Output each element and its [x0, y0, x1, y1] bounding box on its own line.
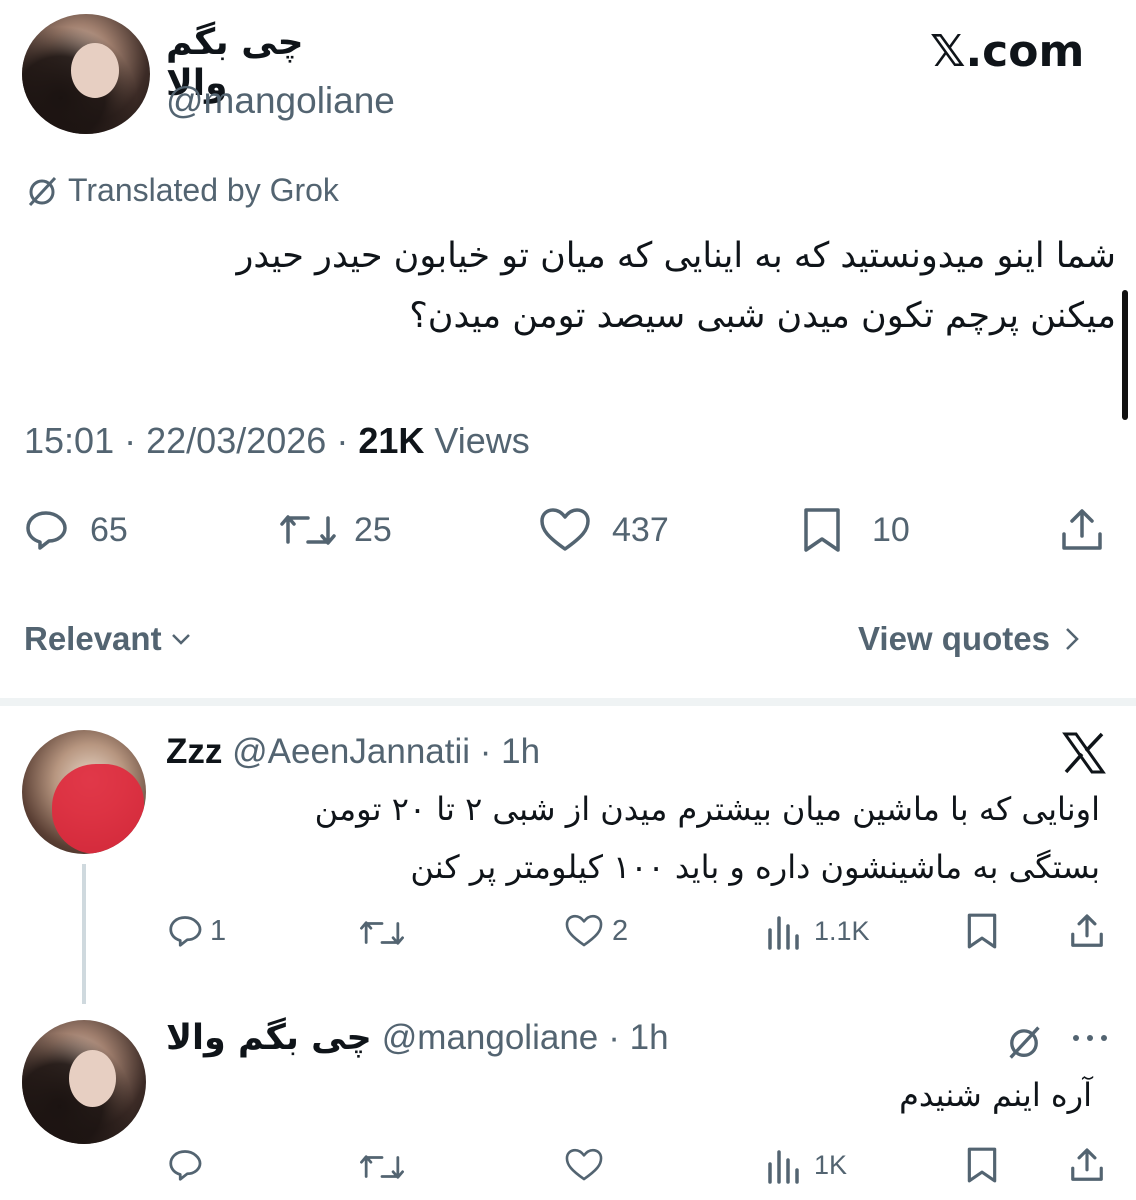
- reply-icon: [166, 912, 204, 950]
- author-avatar[interactable]: [22, 14, 150, 134]
- reply-author-name[interactable]: چی بگم والا: [166, 1018, 372, 1058]
- tweet-meta: 15:01 · 22/03/2026 · 21K Views: [24, 420, 530, 462]
- tweet-date[interactable]: 22/03/2026: [146, 420, 326, 461]
- reply-text-line2: بستگی به ماشینشون داره و باید ۱۰۰ کیلومت…: [410, 848, 1100, 886]
- bookmark-button[interactable]: 10: [800, 506, 910, 554]
- views-count: 21K: [358, 420, 425, 461]
- reply-views-count: 1K: [814, 1149, 848, 1180]
- reply-reply-button[interactable]: 1: [166, 912, 226, 950]
- heart-icon[interactable]: [564, 1146, 604, 1184]
- thread-line: [82, 864, 86, 1004]
- heart-icon: [538, 506, 592, 554]
- like-count: 437: [612, 510, 669, 549]
- share-icon[interactable]: [1058, 506, 1106, 554]
- view-quotes-label: View quotes: [858, 620, 1050, 657]
- heart-icon: [564, 912, 604, 950]
- reply-views-button[interactable]: 1K: [764, 1146, 847, 1184]
- reply-text-line1: آره اینم شنیدم: [899, 1076, 1092, 1114]
- reply-avatar[interactable]: [22, 1020, 146, 1144]
- bookmark-icon[interactable]: [964, 1146, 1000, 1184]
- tweet-text-line2: میکنن پرچم تکون میدن شبی سیصد تومن میدن؟: [409, 296, 1116, 336]
- reply-author-name[interactable]: Zzz: [166, 732, 222, 771]
- share-icon[interactable]: [1068, 1146, 1106, 1184]
- repost-button[interactable]: 25: [278, 506, 392, 554]
- tweet-text-line1: شما اینو میدونستید که به اینایی که میان …: [236, 236, 1116, 276]
- view-quotes-link[interactable]: View quotes: [858, 620, 1082, 658]
- bookmark-count: 10: [872, 510, 910, 549]
- reply-button[interactable]: 65: [22, 506, 128, 554]
- views-icon: [764, 1146, 804, 1184]
- scrollbar[interactable]: [1122, 290, 1128, 420]
- author-handle[interactable]: @mangoliane: [166, 80, 395, 122]
- reply-like-button[interactable]: 2: [564, 912, 628, 950]
- chevron-right-icon: [1062, 626, 1082, 652]
- relevant-label: Relevant: [24, 620, 162, 657]
- reply-age[interactable]: · 1h: [480, 732, 540, 771]
- views-icon: [764, 912, 804, 950]
- reply-author-handle[interactable]: @mangoliane: [382, 1018, 599, 1058]
- reply-header: چی بگم والا @mangoliane · 1h: [166, 1018, 669, 1058]
- tweet-time[interactable]: 15:01: [24, 420, 114, 461]
- site-watermark: 𝕏.com: [930, 26, 1085, 77]
- reply-header: Zzz @AeenJannatii · 1h: [166, 732, 540, 772]
- repost-count: 25: [354, 510, 392, 549]
- bookmark-icon[interactable]: [964, 912, 1000, 950]
- more-icon[interactable]: [1070, 1030, 1110, 1046]
- meta-separator: ·: [336, 420, 349, 461]
- reply-icon[interactable]: [166, 1146, 204, 1184]
- reply-author-handle[interactable]: @AeenJannatii: [232, 732, 470, 771]
- reply-age[interactable]: · 1h: [608, 1018, 668, 1058]
- reply-text-line1: اونایی که با ماشین میان بیشترم میدن از ش…: [314, 790, 1100, 828]
- translate-icon[interactable]: [1004, 1022, 1044, 1062]
- translation-label: Translated by Grok: [68, 172, 339, 208]
- share-icon[interactable]: [1068, 912, 1106, 950]
- chevron-down-icon: [170, 628, 192, 650]
- x-logo-icon: [1062, 732, 1106, 774]
- translation-notice[interactable]: Translated by Grok: [24, 172, 339, 209]
- repost-icon[interactable]: [356, 914, 408, 952]
- views-label: Views: [434, 420, 530, 461]
- reply-views-count: 1.1K: [814, 915, 870, 946]
- reply-like-count: 2: [612, 914, 629, 947]
- repost-icon: [278, 506, 338, 554]
- relevant-sort-dropdown[interactable]: Relevant: [24, 620, 192, 658]
- like-button[interactable]: 437: [538, 506, 669, 554]
- reply-icon: [22, 506, 70, 554]
- reply-avatar[interactable]: [22, 730, 146, 854]
- reply-count: 65: [90, 510, 128, 549]
- meta-separator: ·: [124, 420, 137, 461]
- bookmark-icon: [800, 506, 844, 554]
- section-divider: [0, 698, 1136, 706]
- reply-views-button[interactable]: 1.1K: [764, 912, 870, 950]
- redaction-mark: [52, 764, 144, 854]
- translate-icon: [24, 173, 60, 209]
- repost-icon[interactable]: [356, 1148, 408, 1186]
- reply-reply-count: 1: [210, 914, 227, 947]
